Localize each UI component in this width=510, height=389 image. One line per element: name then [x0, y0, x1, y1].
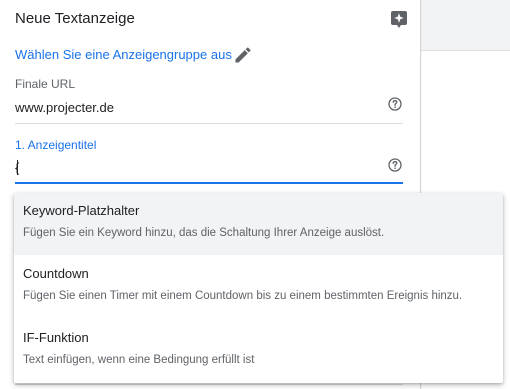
final-url-input[interactable]: www.projecter.de	[15, 100, 114, 115]
final-url-help-icon[interactable]	[388, 97, 402, 111]
option-description: Fügen Sie einen Timer mit einem Countdow…	[23, 290, 463, 302]
option-if-function[interactable]: IF-Funktion Text einfügen, wenn eine Bed…	[14, 320, 503, 382]
option-title: Keyword-Platzhalter	[23, 203, 140, 218]
headline-1-help-icon[interactable]	[388, 158, 402, 172]
next-field-underline	[15, 384, 403, 385]
insert-function-dropdown: Keyword-Platzhalter Fügen Sie ein Keywor…	[14, 193, 503, 383]
background-header	[421, 0, 510, 51]
option-title: Countdown	[23, 266, 89, 281]
ad-preview-sparkle-icon[interactable]	[390, 10, 408, 28]
option-title: IF-Funktion	[23, 330, 89, 345]
option-description: Fügen Sie ein Keyword hinzu, das die Sch…	[23, 227, 385, 239]
option-keyword-placeholder[interactable]: Keyword-Platzhalter Fügen Sie ein Keywor…	[14, 193, 503, 255]
final-url-underline	[15, 123, 403, 124]
text-caret	[17, 160, 18, 175]
pencil-edit-icon[interactable]	[233, 45, 253, 65]
headline-1-label: 1. Anzeigentitel	[15, 138, 97, 152]
select-adgroup-link[interactable]: Wählen Sie eine Anzeigengruppe aus	[15, 47, 232, 62]
final-url-label: Finale URL	[15, 77, 76, 91]
option-countdown[interactable]: Countdown Fügen Sie einen Timer mit eine…	[14, 256, 503, 318]
option-description: Text einfügen, wenn eine Bedingung erfül…	[23, 354, 255, 366]
headline-1-underline	[15, 182, 403, 184]
panel-title: Neue Textanzeige	[15, 10, 135, 27]
